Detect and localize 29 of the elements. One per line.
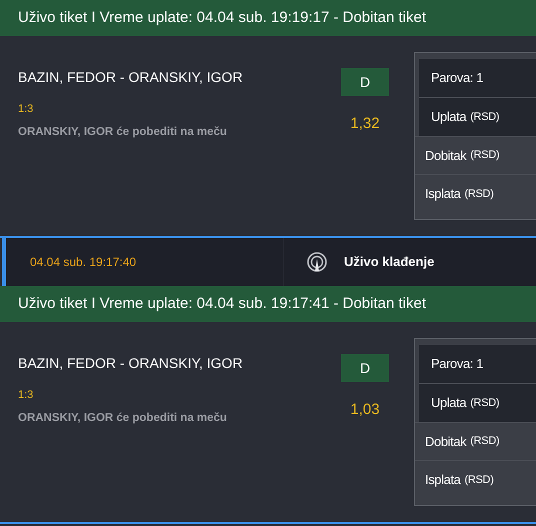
summary-label: Isplata [425,471,461,490]
pick-description: ORANSKIY, IGOR će pobediti na meču [18,410,227,426]
match-title: BAZIN, FEDOR - ORANSKIY, IGOR [18,354,244,373]
pick-description: ORANSKIY, IGOR će pobediti na meču [18,124,227,140]
summary-label: Isplata [425,185,461,204]
currency-label: (RSD) [464,472,494,488]
summary-label: Uplata [431,394,466,412]
currency-label: (RSD) [470,434,500,450]
live-broadcast-icon [307,252,327,272]
ticket-header: Uživo tiket I Vreme uplate: 04.04 sub. 19:19:17 - Dobitan tiket [0,0,536,36]
odds-value: 1,32 [350,114,380,134]
currency-label: (RSD) [470,110,500,125]
score-text: 1:3 [18,388,34,403]
pick-badge: D [341,354,389,382]
summary-label: Parova: 1 [431,355,484,374]
ticket-header: Uživo tiket I Vreme uplate: 04.04 sub. 19:17:41 - Dobitan tiket [0,286,536,322]
summary-label: Parova: 1 [431,69,484,88]
summary-label: Uplata [431,108,466,126]
event-time: 04.04 sub. 19:17:40 [30,254,136,271]
match-title: BAZIN, FEDOR - ORANSKIY, IGOR [18,68,244,87]
currency-label: (RSD) [464,186,494,202]
event-title: Uživo klađenje [344,253,434,272]
summary-label: Dobitak [425,146,466,165]
summary-label: Dobitak [425,432,466,451]
score-text: 1:3 [18,102,34,117]
currency-label: (RSD) [470,148,500,164]
odds-value: 1,03 [350,400,380,420]
pick-badge: D [341,68,389,96]
currency-label: (RSD) [470,396,500,411]
